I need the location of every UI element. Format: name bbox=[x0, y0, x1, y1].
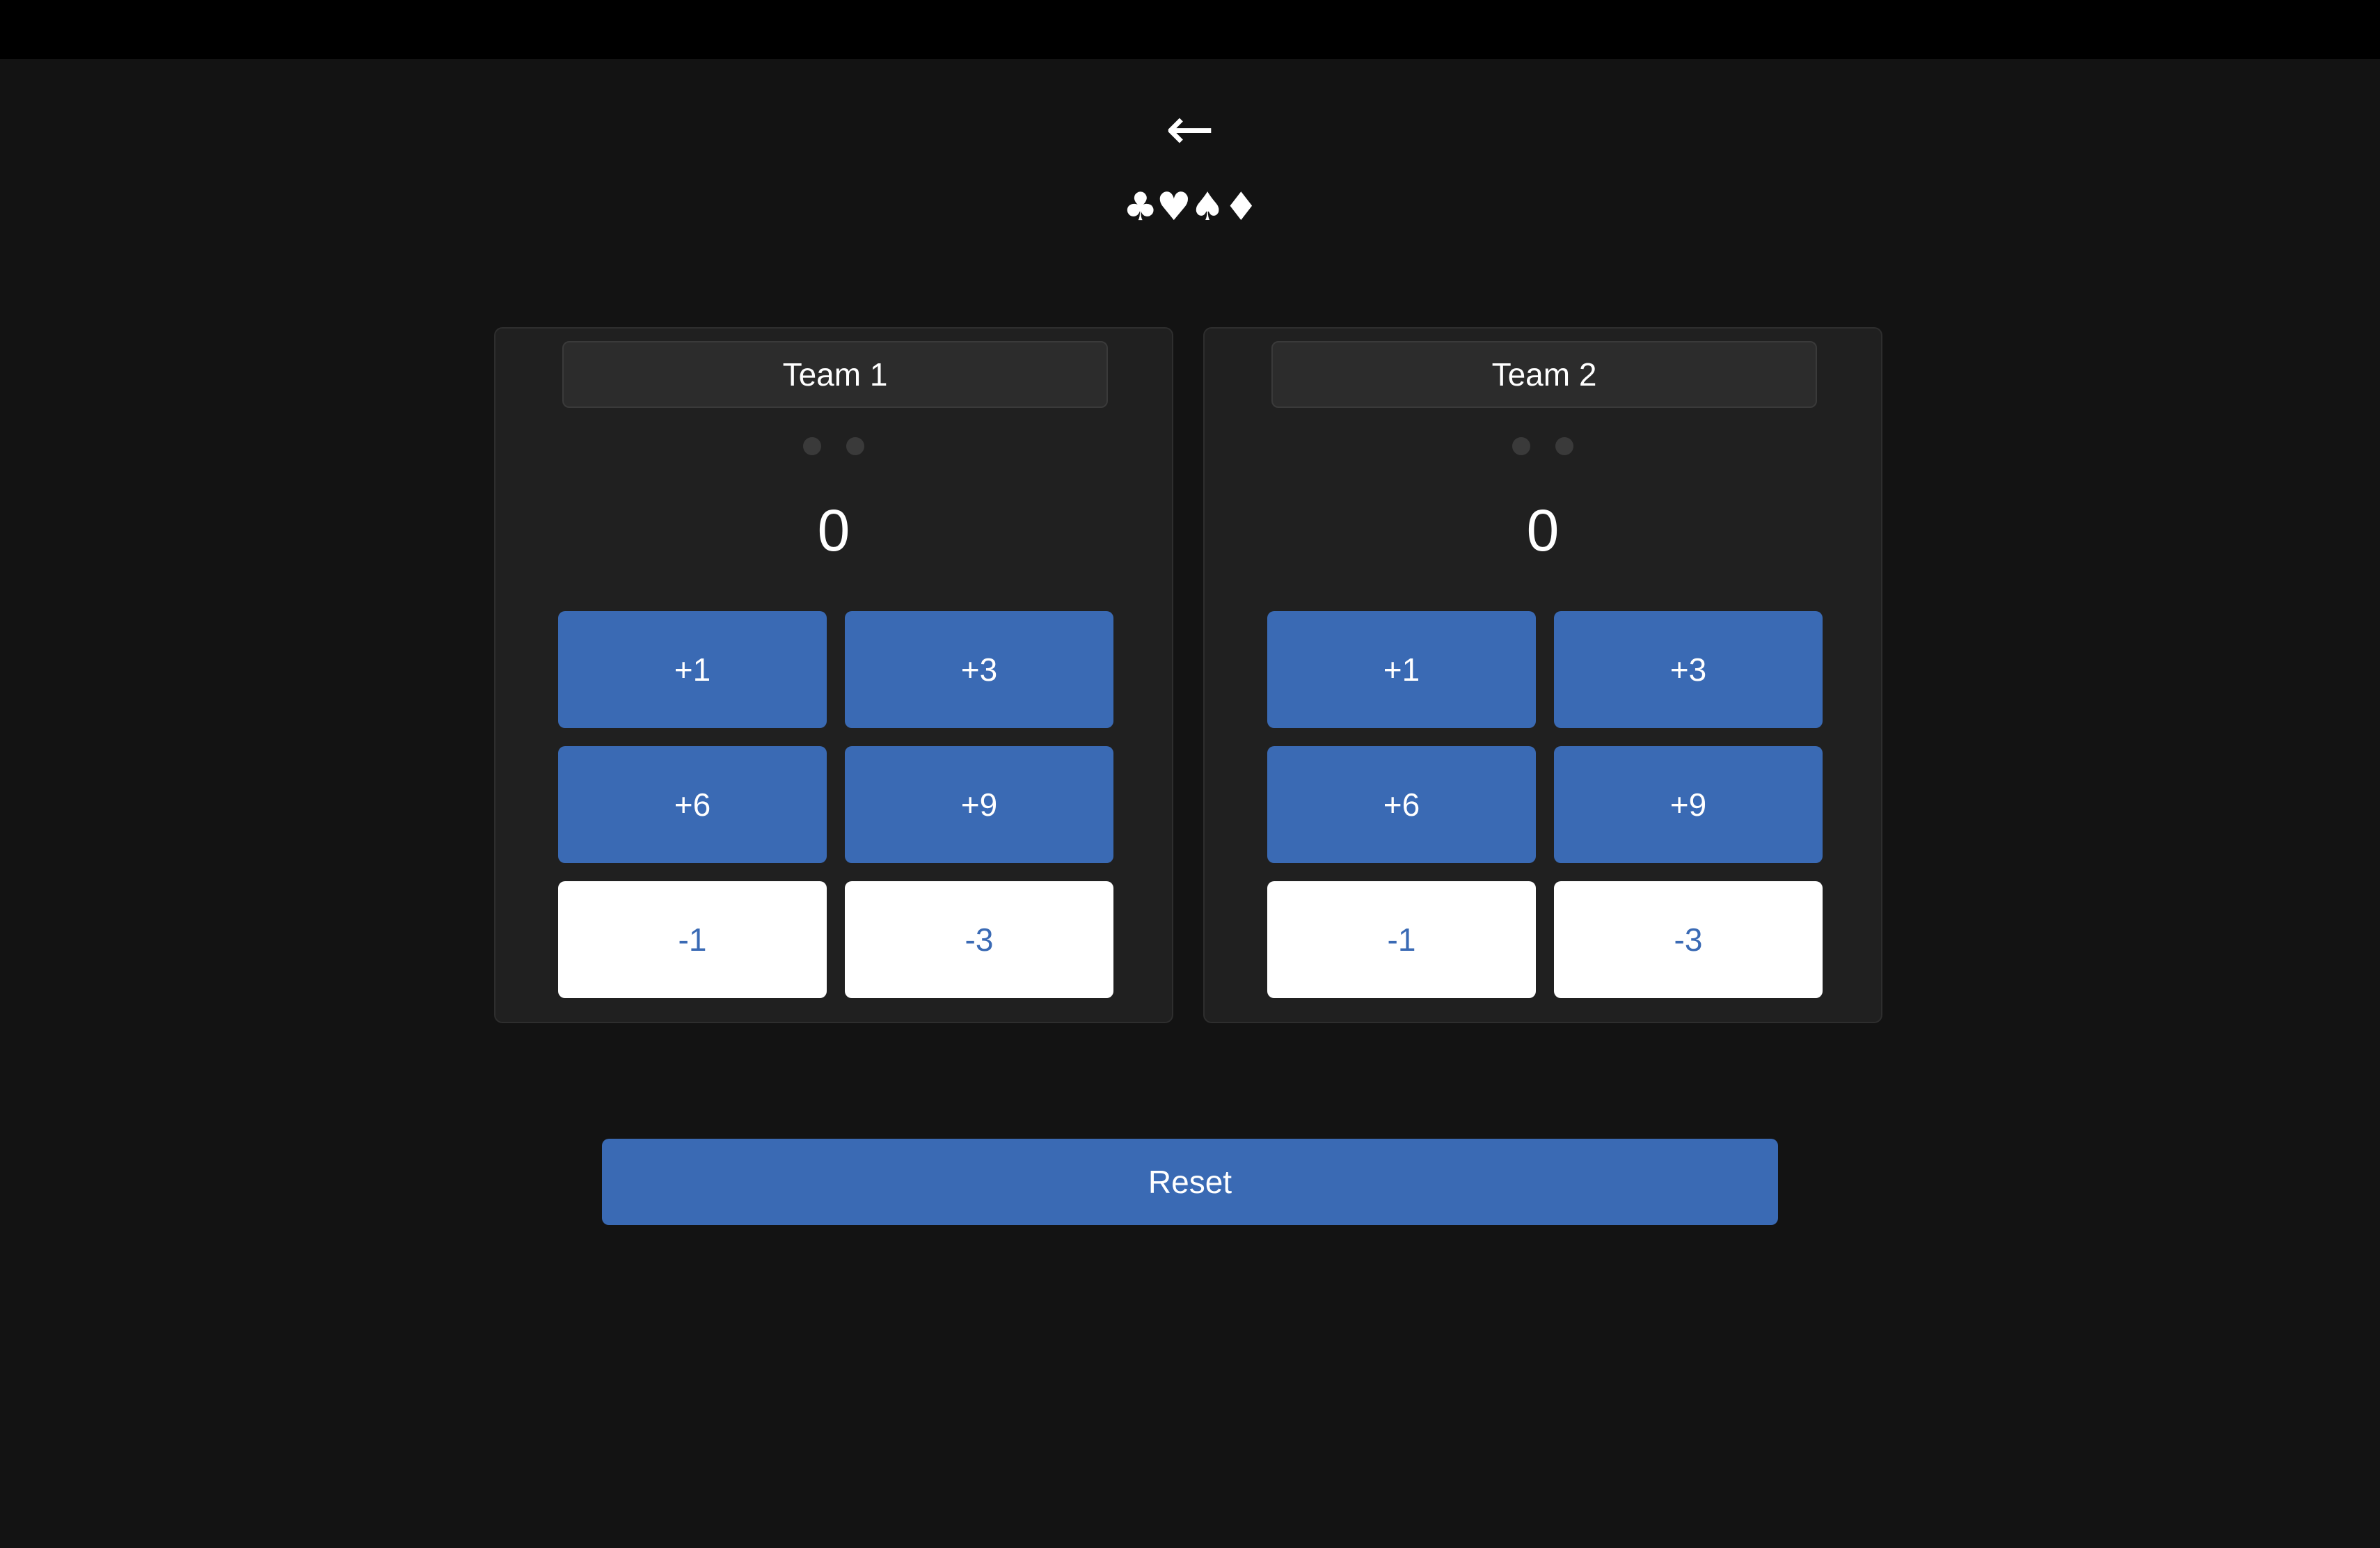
plus-1-button[interactable]: +1 bbox=[1267, 611, 1536, 728]
indicator-dot bbox=[846, 437, 864, 455]
team-score: 0 bbox=[817, 498, 850, 563]
plus-1-button[interactable]: +1 bbox=[558, 611, 827, 728]
indicator-dot bbox=[803, 437, 821, 455]
minus-3-button[interactable]: -3 bbox=[1554, 881, 1823, 998]
indicator-dot bbox=[1512, 437, 1530, 455]
card-suits-logo: ♣♥♠♦ bbox=[1122, 184, 1259, 230]
plus-6-button[interactable]: +6 bbox=[558, 746, 827, 863]
minus-1-button[interactable]: -1 bbox=[1267, 881, 1536, 998]
back-arrow-icon[interactable]: ← bbox=[0, 94, 2380, 164]
team-panel-2: Team 2 0 +1 +3 +6 +9 -1 -3 bbox=[1203, 327, 1882, 1023]
reset-button[interactable]: Reset bbox=[602, 1139, 1778, 1225]
team-score: 0 bbox=[1526, 498, 1560, 563]
minus-1-button[interactable]: -1 bbox=[558, 881, 827, 998]
plus-3-button[interactable]: +3 bbox=[1554, 611, 1823, 728]
team-name-input[interactable]: Team 2 bbox=[1271, 341, 1817, 408]
plus-9-button[interactable]: +9 bbox=[845, 746, 1113, 863]
top-bar bbox=[0, 0, 2380, 59]
minus-3-button[interactable]: -3 bbox=[845, 881, 1113, 998]
indicator-dot bbox=[1555, 437, 1573, 455]
plus-9-button[interactable]: +9 bbox=[1554, 746, 1823, 863]
indicator-dots bbox=[1205, 437, 1881, 458]
team-name-input[interactable]: Team 1 bbox=[562, 341, 1108, 408]
plus-3-button[interactable]: +3 bbox=[845, 611, 1113, 728]
indicator-dots bbox=[495, 437, 1172, 458]
plus-6-button[interactable]: +6 bbox=[1267, 746, 1536, 863]
team-panel-1: Team 1 0 +1 +3 +6 +9 -1 -3 bbox=[494, 327, 1173, 1023]
